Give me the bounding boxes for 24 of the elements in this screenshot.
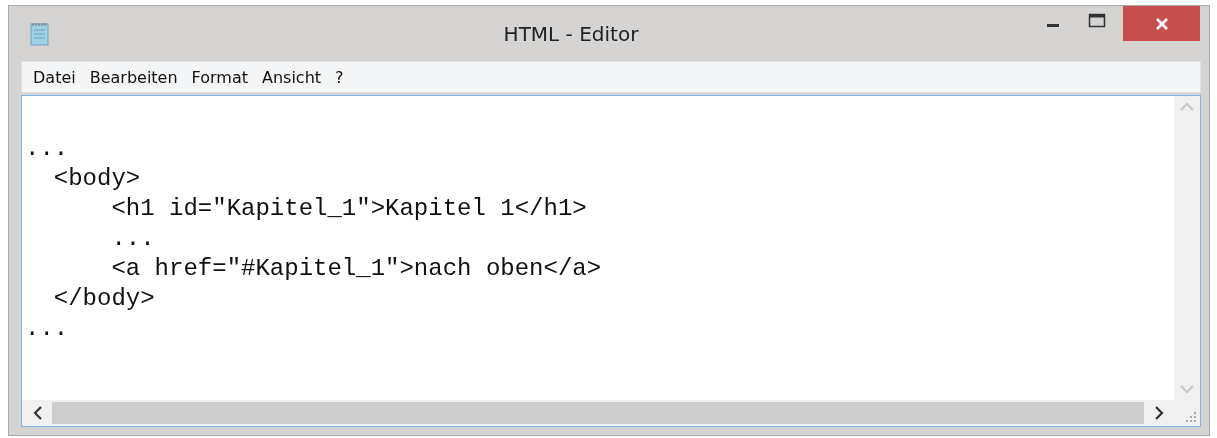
code-line: ... (25, 314, 70, 344)
scroll-down-icon[interactable] (1180, 385, 1194, 394)
scrollbar-thumb[interactable] (52, 402, 1144, 424)
scroll-up-icon[interactable] (1180, 102, 1194, 111)
vertical-scrollbar[interactable] (1174, 96, 1200, 400)
code-line: ... (110, 224, 156, 254)
close-icon (1154, 16, 1169, 31)
code-line: </body> (52, 284, 156, 314)
minimize-icon (1047, 23, 1059, 27)
notepad-icon (29, 20, 51, 47)
resize-grip-icon[interactable] (1186, 412, 1197, 423)
menu-item[interactable]: Ansicht (255, 67, 329, 87)
maximize-icon (1088, 13, 1106, 29)
menu-item[interactable]: Format (184, 67, 255, 87)
code-line: ... (25, 134, 70, 164)
code-line: <a href="#Kapitel_1">nach oben</a> (110, 254, 603, 284)
scroll-left-icon[interactable] (32, 406, 42, 420)
menu-item[interactable]: Datei (26, 67, 83, 87)
menu-item[interactable]: ? (328, 67, 351, 87)
menu-item[interactable]: Bearbeiten (82, 67, 185, 87)
scroll-right-icon[interactable] (1154, 406, 1164, 420)
code-line: <h1 id="Kapitel_1">Kapitel 1</h1> (110, 194, 588, 224)
window-title: HTML - Editor (502, 21, 640, 46)
code-line: <body> (52, 164, 142, 194)
